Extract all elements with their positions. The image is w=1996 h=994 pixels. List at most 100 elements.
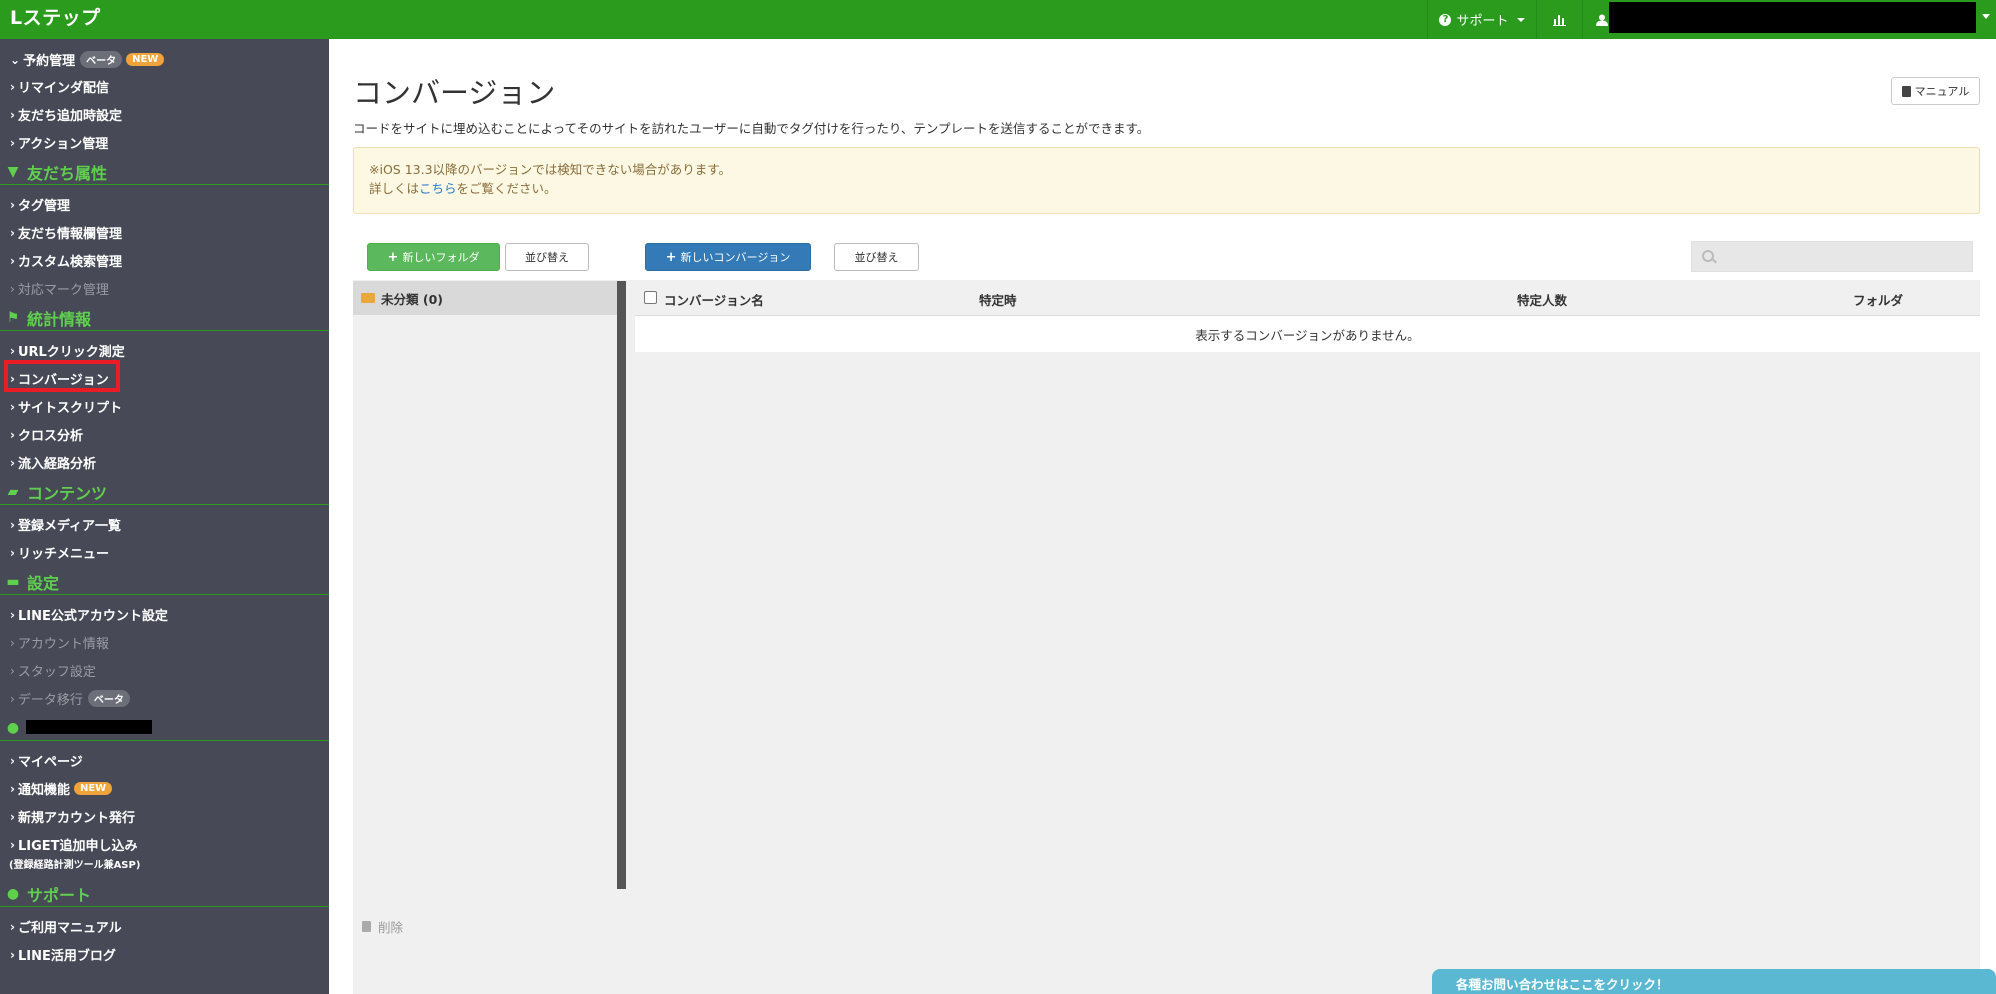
alert-line-1: ※iOS 13.3以降のバージョンでは検知できない場合があります。 bbox=[369, 162, 732, 177]
conversion-sort-button[interactable]: 並び替え bbox=[834, 243, 919, 271]
section-friend-attributes: ▼ 友だち属性 bbox=[0, 159, 329, 185]
folder-open-icon bbox=[361, 293, 375, 303]
sidebar-item-friend-info[interactable]: › 友だち情報欄管理 bbox=[10, 223, 122, 243]
account-caret-icon[interactable] bbox=[1982, 14, 1990, 19]
brand-logo[interactable]: Lステップ bbox=[10, 3, 101, 30]
manual-button[interactable]: マニュアル bbox=[1891, 77, 1980, 105]
question-icon: ? bbox=[1439, 13, 1452, 26]
sidebar-item-rich-menu[interactable]: › リッチメニュー bbox=[10, 543, 109, 563]
sidebar-item-label: 予約管理 bbox=[23, 54, 76, 69]
section-statistics: ⚑ 統計情報 bbox=[0, 305, 329, 331]
beta-badge: ベータ bbox=[87, 690, 130, 707]
new-conversion-button[interactable]: + 新しいコンバージョン bbox=[645, 243, 811, 271]
section-title: 統計情報 bbox=[27, 309, 92, 329]
details-link[interactable]: こちら bbox=[419, 181, 457, 196]
new-folder-button[interactable]: + 新しいフォルダ bbox=[367, 243, 500, 271]
sidebar-item-media[interactable]: › 登録メディア一覧 bbox=[10, 515, 121, 535]
support-label: サポート bbox=[1456, 14, 1509, 29]
sidebar-item-mypage[interactable]: › マイページ bbox=[10, 751, 83, 771]
column-header-folder[interactable]: フォルダ bbox=[1853, 290, 1903, 309]
sidebar-item-cross-analysis[interactable]: › クロス分析 bbox=[10, 425, 83, 445]
column-header-identified-count[interactable]: 特定人数 bbox=[1517, 290, 1567, 309]
sidebar-item-manual[interactable]: › ご利用マニュアル bbox=[10, 917, 122, 937]
chevron-right-icon: › bbox=[10, 107, 15, 122]
sidebar-item-label: アカウント情報 bbox=[17, 637, 109, 652]
sidebar-item-data-migration: › データ移行 ベータ bbox=[10, 689, 130, 708]
filter-icon: ▼ bbox=[7, 163, 19, 180]
chevron-right-icon: › bbox=[10, 947, 15, 962]
sidebar-item-marks: › 対応マーク管理 bbox=[10, 279, 109, 299]
stats-button[interactable] bbox=[1536, 0, 1582, 39]
sidebar-item-reminder[interactable]: › リマインダ配信 bbox=[10, 77, 109, 97]
user-icon bbox=[1595, 14, 1608, 26]
sidebar-item-action[interactable]: › アクション管理 bbox=[10, 133, 109, 153]
sidebar-item-label: 通知機能 bbox=[17, 783, 70, 798]
chevron-right-icon: › bbox=[10, 691, 15, 706]
folder-item-uncategorized[interactable]: 未分類 (0) bbox=[353, 281, 617, 315]
sidebar-item-label: リマインダ配信 bbox=[17, 81, 109, 96]
sidebar-item-label: LINE公式アカウント設定 bbox=[17, 609, 168, 624]
sidebar-item-liget[interactable]: › LIGET追加申し込み bbox=[10, 835, 138, 855]
plus-icon: + bbox=[665, 249, 677, 265]
sidebar-item-label: 流入経路分析 bbox=[17, 457, 96, 472]
section-title: サポート bbox=[27, 885, 92, 905]
folder-label: 未分類 (0) bbox=[381, 291, 443, 307]
sidebar-item-label: LIGET追加申し込み bbox=[17, 839, 138, 854]
column-header-name[interactable]: コンバージョン名 bbox=[664, 290, 764, 309]
section-title: 友だち属性 bbox=[27, 163, 108, 183]
sidebar-item-new-account[interactable]: › 新規アカウント発行 bbox=[10, 807, 135, 827]
page-description: コードをサイトに埋め込むことによってそのサイトを訪れたユーザーに自動でタグ付けを… bbox=[353, 121, 1150, 136]
manual-label: マニュアル bbox=[1914, 85, 1970, 98]
chevron-right-icon: › bbox=[10, 545, 15, 560]
folder-sort-button[interactable]: 並び替え bbox=[505, 243, 589, 271]
sidebar-item-reservation[interactable]: ⌄ 予約管理 ベータ NEW bbox=[10, 50, 165, 69]
plus-icon: + bbox=[387, 249, 399, 265]
chevron-right-icon: › bbox=[10, 343, 15, 358]
sidebar-item-label: スタッフ設定 bbox=[17, 665, 96, 680]
chevron-right-icon: › bbox=[10, 781, 15, 796]
chevron-right-icon: › bbox=[10, 197, 15, 212]
ios-warning-alert: ※iOS 13.3以降のバージョンでは検知できない場合があります。 詳しくはこち… bbox=[353, 147, 1980, 214]
chevron-right-icon: › bbox=[10, 281, 15, 296]
question-circle-icon: ● bbox=[6, 885, 20, 902]
support-menu[interactable]: ? サポート bbox=[1427, 0, 1536, 39]
delete-button[interactable]: 削除 bbox=[362, 917, 403, 936]
redacted-user-name bbox=[26, 720, 152, 734]
select-all-checkbox[interactable] bbox=[644, 291, 657, 304]
sidebar-item-site-script[interactable]: › サイトスクリプト bbox=[10, 397, 122, 417]
chevron-right-icon: › bbox=[10, 663, 15, 678]
alert-text: をご覧ください。 bbox=[456, 181, 557, 196]
alert-text: 詳しくは bbox=[369, 181, 420, 196]
button-label: 新しいコンバージョン bbox=[680, 251, 791, 264]
search-input[interactable] bbox=[1720, 245, 1969, 269]
sidebar-item-inflow[interactable]: › 流入経路分析 bbox=[10, 453, 96, 473]
sidebar-item-staff: › スタッフ設定 bbox=[10, 661, 96, 681]
section-title: 設定 bbox=[27, 573, 60, 593]
flag-icon: ⚑ bbox=[6, 309, 20, 326]
chevron-right-icon: › bbox=[10, 427, 15, 442]
sidebar-item-custom-search[interactable]: › カスタム検索管理 bbox=[10, 251, 122, 271]
sidebar-item-notifications[interactable]: › 通知機能 NEW bbox=[10, 779, 113, 798]
sidebar-item-label: 対応マーク管理 bbox=[17, 283, 109, 298]
user-icon: ● bbox=[6, 719, 20, 736]
empty-table-message: 表示するコンバージョンがありません。 bbox=[635, 316, 1980, 352]
column-header-identified-at[interactable]: 特定時 bbox=[979, 290, 1017, 309]
sidebar-item-label: データ移行 bbox=[17, 693, 83, 708]
redacted-account-name bbox=[1609, 2, 1976, 33]
sidebar-item-friend-add[interactable]: › 友だち追加時設定 bbox=[10, 105, 122, 125]
sidebar: ⌄ 予約管理 ベータ NEW › リマインダ配信 › 友だち追加時設定 › アクション… bbox=[0, 39, 329, 994]
sidebar-item-label: アクション管理 bbox=[17, 137, 109, 152]
sidebar-item-label: 友だち追加時設定 bbox=[17, 109, 122, 124]
sidebar-item-tags[interactable]: › タグ管理 bbox=[10, 195, 70, 215]
sidebar-item-label: ご利用マニュアル bbox=[17, 921, 122, 936]
comment-icon: ▬ bbox=[6, 573, 20, 590]
sidebar-item-label: マイページ bbox=[17, 755, 83, 770]
panel-splitter[interactable] bbox=[617, 281, 626, 889]
sidebar-item-label: LINE活用ブログ bbox=[17, 949, 116, 964]
sidebar-item-label: カスタム検索管理 bbox=[17, 255, 122, 270]
sidebar-item-line-account[interactable]: › LINE公式アカウント設定 bbox=[10, 605, 168, 625]
section-contents: ▰ コンテンツ bbox=[0, 479, 329, 505]
contact-tab[interactable]: 各種お問い合わせはここをクリック！ bbox=[1432, 969, 1996, 994]
sidebar-item-url-click[interactable]: › URLクリック測定 bbox=[10, 341, 125, 361]
sidebar-item-blog[interactable]: › LINE活用ブログ bbox=[10, 945, 116, 965]
